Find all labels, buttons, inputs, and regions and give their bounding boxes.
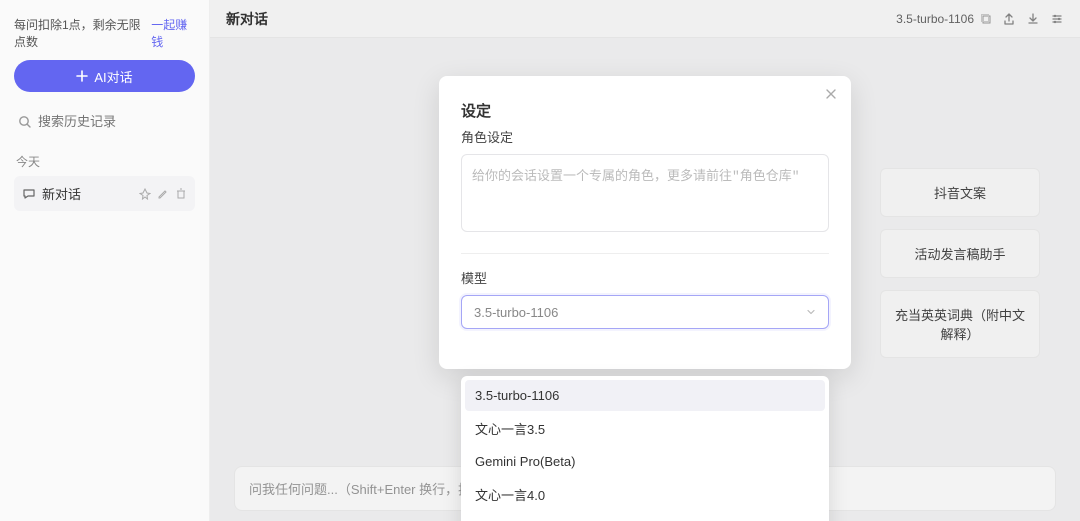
dropdown-option[interactable]: 4.0-1106-preview bbox=[465, 512, 825, 521]
new-chat-label: AI对话 bbox=[94, 67, 132, 86]
search-wrap[interactable] bbox=[14, 108, 195, 135]
chevron-down-icon bbox=[806, 307, 816, 317]
modal-overlay: 设定 角色设定 模型 3.5-turbo-1106 3.5-turbo-1106… bbox=[210, 0, 1080, 521]
sidebar-top: 每问扣除1点，剩余无限点数 一起赚钱 bbox=[14, 16, 195, 50]
chat-list-item[interactable]: 新对话 bbox=[14, 176, 195, 211]
dropdown-option[interactable]: 3.5-turbo-1106 bbox=[465, 380, 825, 411]
main-area: 新对话 3.5-turbo-1106 bbox=[210, 0, 1080, 521]
chat-item-label: 新对话 bbox=[42, 184, 81, 203]
modal-title: 设定 bbox=[461, 100, 829, 121]
model-label: 模型 bbox=[461, 268, 829, 287]
edit-icon[interactable] bbox=[157, 188, 169, 200]
chat-bubble-icon bbox=[22, 187, 36, 201]
points-note: 每问扣除1点，剩余无限点数 bbox=[14, 16, 151, 50]
dropdown-option[interactable]: 文心一言3.5 bbox=[465, 411, 825, 446]
new-chat-button[interactable]: AI对话 bbox=[14, 60, 195, 92]
earn-link[interactable]: 一起赚钱 bbox=[151, 16, 195, 50]
app-root: 每问扣除1点，剩余无限点数 一起赚钱 AI对话 今天 新对话 bbox=[0, 0, 1080, 521]
plus-icon bbox=[76, 70, 88, 82]
model-dropdown: 3.5-turbo-1106 文心一言3.5 Gemini Pro(Beta) … bbox=[461, 376, 829, 521]
search-icon bbox=[18, 115, 32, 129]
delete-icon[interactable] bbox=[175, 188, 187, 200]
settings-modal: 设定 角色设定 模型 3.5-turbo-1106 3.5-turbo-1106… bbox=[439, 76, 851, 369]
dropdown-option[interactable]: 文心一言4.0 bbox=[465, 477, 825, 512]
model-selected-value: 3.5-turbo-1106 bbox=[474, 305, 558, 320]
pin-icon[interactable] bbox=[139, 188, 151, 200]
divider bbox=[461, 253, 829, 254]
section-today-label: 今天 bbox=[16, 153, 193, 170]
search-input[interactable] bbox=[38, 114, 214, 129]
role-label: 角色设定 bbox=[461, 127, 829, 146]
model-select[interactable]: 3.5-turbo-1106 bbox=[461, 295, 829, 329]
role-textarea[interactable] bbox=[461, 154, 829, 232]
close-icon[interactable] bbox=[825, 88, 837, 100]
sidebar: 每问扣除1点，剩余无限点数 一起赚钱 AI对话 今天 新对话 bbox=[0, 0, 210, 521]
dropdown-option[interactable]: Gemini Pro(Beta) bbox=[465, 446, 825, 477]
